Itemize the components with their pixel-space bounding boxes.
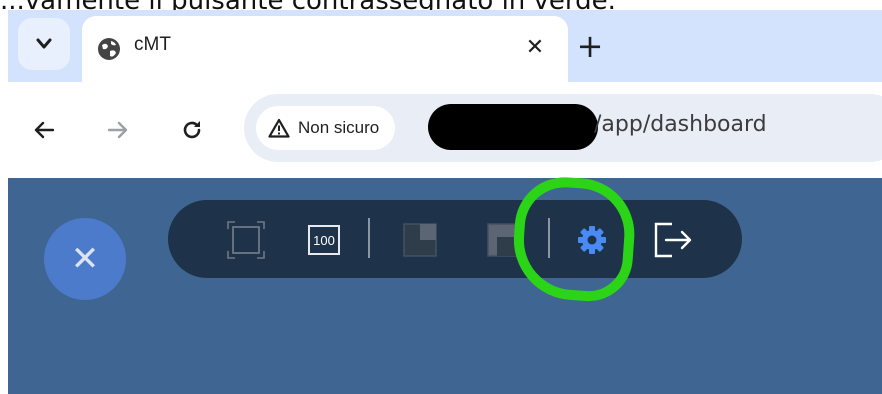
gear-icon	[578, 226, 606, 254]
toolbar-separator	[548, 218, 550, 258]
app-content: ✕ 100	[8, 173, 882, 394]
toolbar-separator	[368, 218, 370, 258]
tab-cmt[interactable]: cMT ✕	[82, 16, 568, 82]
zoom-percent-icon: 100	[308, 225, 340, 255]
browser-window: cMT ✕ + Non sicuro /app/dashboard ✕ 100	[8, 10, 882, 394]
warning-icon	[268, 118, 290, 138]
close-menu-button[interactable]: ✕	[44, 218, 126, 300]
app-toolbar: 100	[168, 200, 742, 278]
chevron-down-icon	[36, 38, 52, 49]
zoom-button[interactable]: 100	[302, 218, 346, 262]
tab-search-button[interactable]	[18, 18, 70, 70]
security-label: Non sicuro	[298, 118, 380, 137]
logout-icon	[654, 222, 692, 258]
close-tab-button[interactable]: ✕	[520, 32, 550, 62]
fullscreen-icon	[227, 221, 265, 259]
close-icon: ✕	[525, 34, 545, 60]
reload-button[interactable]	[172, 110, 212, 150]
address-bar[interactable]: Non sicuro /app/dashboard	[244, 94, 882, 162]
url-path: /app/dashboard	[594, 112, 767, 137]
window-large-button[interactable]	[482, 218, 526, 262]
arrow-left-icon	[34, 121, 55, 139]
plus-icon: +	[576, 27, 604, 65]
browser-toolbar: Non sicuro /app/dashboard	[8, 82, 882, 178]
logout-button[interactable]	[652, 218, 696, 262]
globe-icon	[98, 38, 120, 60]
window-small-button[interactable]	[398, 218, 442, 262]
window-small-icon	[403, 223, 437, 257]
forward-button[interactable]	[98, 110, 138, 150]
tab-title: cMT	[134, 34, 171, 55]
new-tab-button[interactable]: +	[570, 26, 610, 66]
reload-icon	[183, 121, 201, 139]
window-large-icon	[487, 223, 521, 257]
arrow-right-icon	[107, 121, 128, 139]
zoom-label: 100	[313, 232, 335, 248]
tab-strip: cMT ✕ +	[8, 10, 882, 82]
close-icon: ✕	[70, 239, 100, 279]
redacted-host	[428, 104, 598, 150]
back-button[interactable]	[24, 110, 64, 150]
settings-button[interactable]	[570, 218, 614, 262]
security-chip[interactable]: Non sicuro	[256, 106, 396, 150]
fullscreen-button[interactable]	[224, 218, 268, 262]
